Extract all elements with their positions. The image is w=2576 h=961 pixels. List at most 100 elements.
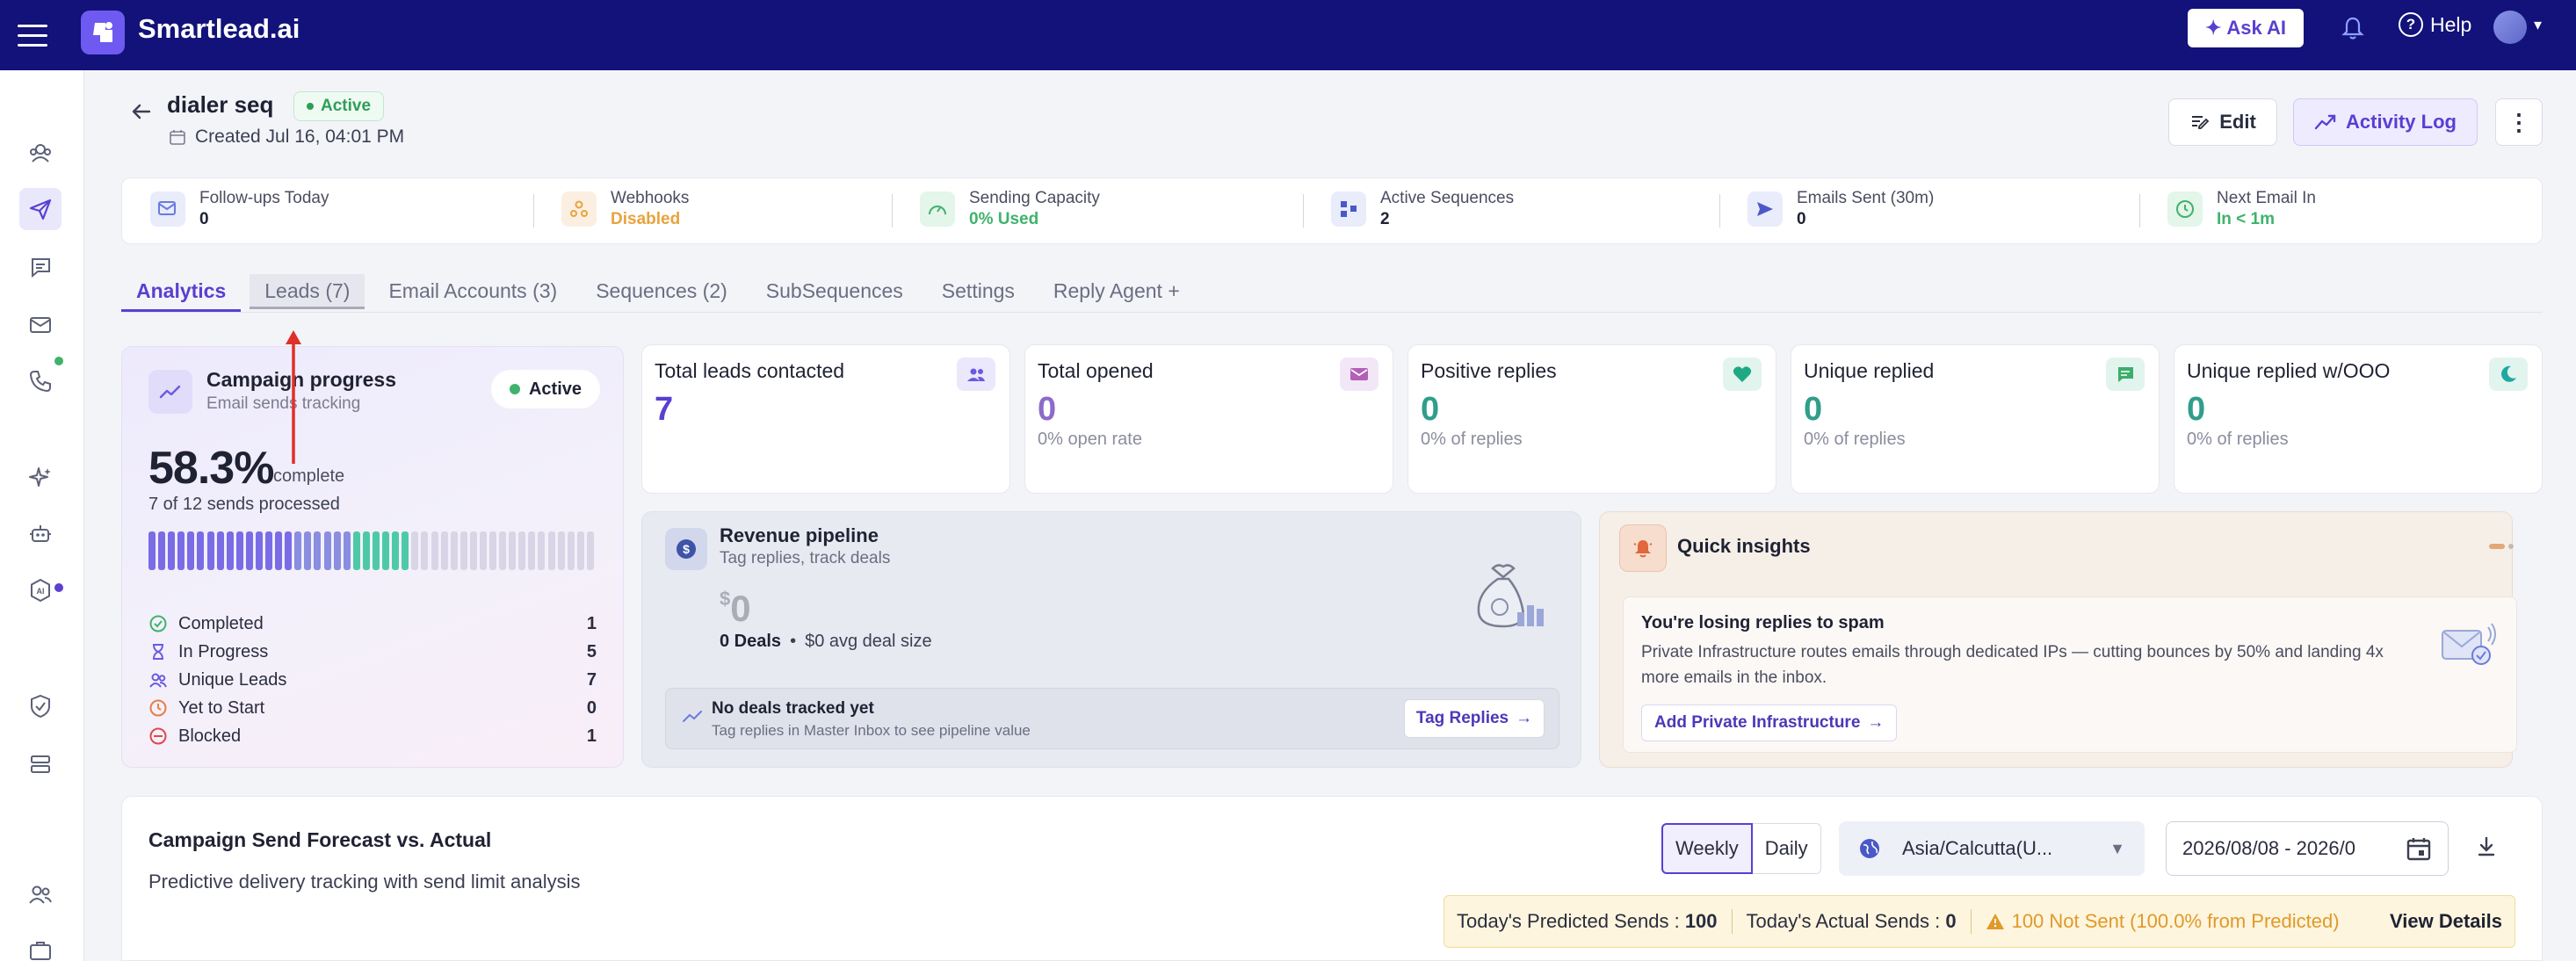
more-options-button[interactable]: ⋮ bbox=[2495, 98, 2543, 146]
tab-settings[interactable]: Settings bbox=[927, 274, 1030, 309]
legend-blocked: Blocked 1 bbox=[148, 725, 597, 748]
not-sent-warning: 100 Not Sent (100.0% from Predicted) bbox=[1986, 910, 2340, 933]
revenue-pipeline-card: $ Revenue pipeline Tag replies, track de… bbox=[641, 511, 1581, 768]
progress-segment bbox=[440, 531, 448, 570]
tab-analytics[interactable]: Analytics bbox=[121, 274, 242, 312]
clock-icon bbox=[149, 699, 167, 717]
progress-segment bbox=[314, 531, 322, 570]
weekly-toggle[interactable]: Weekly bbox=[1661, 823, 1753, 874]
legend-value: 5 bbox=[586, 641, 597, 661]
smartlead-logo-icon[interactable] bbox=[81, 11, 125, 54]
amount-value: 0 bbox=[730, 588, 751, 629]
progress-segment bbox=[343, 531, 351, 570]
metric-sub: 0% of replies bbox=[1421, 430, 1523, 449]
sidebar-item-email[interactable] bbox=[19, 304, 62, 346]
tag-replies-button[interactable]: Tag Replies → bbox=[1404, 699, 1545, 738]
forecast-title: Campaign Send Forecast vs. Actual bbox=[148, 828, 492, 851]
brand-name[interactable]: Smartlead.ai bbox=[138, 13, 300, 45]
date-range-picker[interactable]: 2026/08/08 - 2026/0 bbox=[2166, 821, 2449, 876]
sidebar-item-briefcase[interactable] bbox=[19, 929, 62, 961]
users-icon bbox=[149, 673, 167, 688]
download-icon[interactable] bbox=[2473, 834, 2500, 860]
progress-segment bbox=[216, 531, 224, 570]
forecast-summary-strip: Today's Predicted Sends : 100 Today's Ac… bbox=[1444, 895, 2515, 948]
progress-segment bbox=[479, 531, 487, 570]
sparkle-icon: ✦ bbox=[2204, 17, 2222, 39]
progress-segment bbox=[197, 531, 205, 570]
stat-value: In < 1m bbox=[2217, 210, 2275, 228]
sidebar-item-servers[interactable] bbox=[19, 743, 62, 785]
add-private-infrastructure-button[interactable]: Add Private Infrastructure → bbox=[1641, 704, 1898, 741]
arrow-right-icon: → bbox=[1516, 709, 1533, 727]
chat-icon bbox=[2106, 358, 2145, 391]
chevron-down-icon[interactable]: ▾ bbox=[2534, 16, 2542, 34]
sidebar-item-users[interactable] bbox=[19, 873, 62, 915]
progress-segment bbox=[499, 531, 507, 570]
quick-insights-card: Quick insights You're losing replies to … bbox=[1599, 511, 2517, 768]
stat-value: 0% Used bbox=[969, 210, 1039, 228]
status-badge: Active bbox=[293, 91, 385, 121]
svg-text:AI: AI bbox=[37, 587, 45, 596]
stat-next-email: Next Email In In < 1m bbox=[2167, 189, 2316, 229]
tab-sequences[interactable]: Sequences (2) bbox=[581, 274, 742, 309]
daily-toggle[interactable]: Daily bbox=[1752, 823, 1821, 874]
metric-value: 0 bbox=[1038, 391, 1057, 428]
sidebar-item-team[interactable] bbox=[19, 132, 62, 174]
sidebar-item-agents[interactable] bbox=[19, 513, 62, 555]
notification-bell-icon[interactable] bbox=[2339, 14, 2367, 42]
no-deals-notice: No deals tracked yet Tag replies in Mast… bbox=[665, 688, 1559, 749]
back-arrow-icon[interactable] bbox=[128, 98, 155, 125]
progress-segment bbox=[304, 531, 312, 570]
dollar-icon: $ bbox=[665, 528, 707, 570]
progress-segment bbox=[382, 531, 390, 570]
progress-segment bbox=[158, 531, 166, 570]
view-details-link[interactable]: View Details bbox=[2390, 910, 2502, 933]
sidebar-item-ai[interactable] bbox=[19, 457, 62, 499]
sidebar-item-dialer[interactable] bbox=[19, 360, 62, 402]
legend-completed: Completed 1 bbox=[148, 612, 597, 635]
trend-icon bbox=[148, 370, 192, 414]
status-dot bbox=[307, 103, 314, 110]
metric-sub: 0% of replies bbox=[1804, 430, 1906, 449]
progress-segment bbox=[235, 531, 243, 570]
help-button[interactable]: ? Help bbox=[2399, 12, 2471, 37]
date-range-value: 2026/08/08 - 2026/0 bbox=[2182, 837, 2355, 859]
progress-status-label: Active bbox=[528, 379, 582, 399]
tab-leads[interactable]: Leads (7) bbox=[250, 274, 365, 309]
calendar-icon bbox=[170, 130, 185, 145]
user-avatar[interactable] bbox=[2493, 11, 2527, 44]
legend-label: Blocked bbox=[178, 726, 242, 746]
sidebar-item-campaigns[interactable] bbox=[19, 188, 62, 230]
sidebar-item-security[interactable] bbox=[19, 685, 62, 727]
carousel-dots[interactable] bbox=[2489, 544, 2514, 549]
progress-segment bbox=[245, 531, 253, 570]
progress-segment bbox=[333, 531, 341, 570]
tab-reply-agent[interactable]: Reply Agent + bbox=[1038, 274, 1195, 309]
menu-icon[interactable] bbox=[18, 18, 47, 53]
edit-button[interactable]: Edit bbox=[2168, 98, 2277, 146]
progress-complete-label: complete bbox=[273, 466, 345, 486]
activity-log-button[interactable]: Activity Log bbox=[2293, 98, 2478, 146]
tab-subsequences[interactable]: SubSequences bbox=[751, 274, 918, 309]
revenue-subtitle: Tag replies, track deals bbox=[720, 549, 891, 567]
progress-segment bbox=[255, 531, 263, 570]
metric-label: Total leads contacted bbox=[655, 359, 845, 382]
progress-segment bbox=[586, 531, 594, 570]
progress-segment bbox=[226, 531, 234, 570]
sidebar-item-inbox[interactable] bbox=[19, 246, 62, 288]
timezone-select[interactable]: Asia/Calcutta(U... ▼ bbox=[1839, 821, 2145, 876]
blocked-icon bbox=[149, 727, 167, 745]
calendar-icon bbox=[2406, 838, 2431, 861]
progress-segment bbox=[294, 531, 302, 570]
metric-sub: 0% open rate bbox=[1038, 430, 1142, 449]
tab-email-accounts[interactable]: Email Accounts (3) bbox=[373, 274, 572, 309]
heart-icon bbox=[1723, 358, 1762, 391]
ask-ai-button[interactable]: ✦ Ask AI bbox=[2188, 9, 2304, 47]
progress-segment bbox=[402, 531, 409, 570]
tabs-divider bbox=[121, 312, 2543, 313]
chevron-down-icon: ▼ bbox=[2109, 839, 2125, 857]
metric-value: 0 bbox=[1804, 391, 1823, 428]
hourglass-icon bbox=[153, 644, 163, 660]
mail-icon bbox=[1340, 358, 1378, 391]
stat-label: Sending Capacity bbox=[969, 189, 1100, 207]
